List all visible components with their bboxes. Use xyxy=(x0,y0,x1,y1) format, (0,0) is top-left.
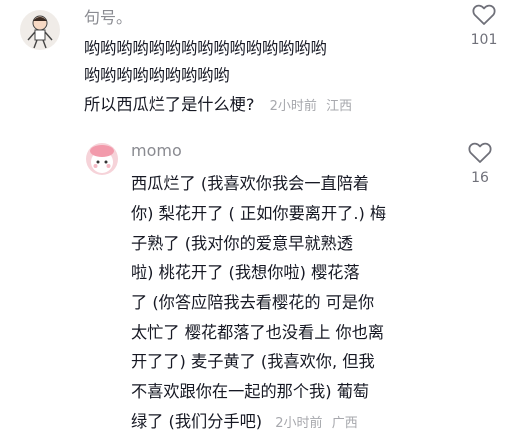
comment-like-button[interactable]: 101 xyxy=(466,4,502,48)
reply-username[interactable]: momo xyxy=(131,141,182,160)
reply-text-line: 太忙了 樱花都落了也没看上 你也离 xyxy=(131,323,385,342)
reply-text-line: 子熟了 (我对你的爱意早就熟透 xyxy=(131,234,353,253)
reply-text-line: 了 (你答应陪我去看樱花的 可是你 xyxy=(131,293,375,312)
comment-location: 江西 xyxy=(326,99,353,114)
reply-text-last: 绿了 (我们分手吧) xyxy=(131,412,263,431)
heart-outline-icon[interactable] xyxy=(472,4,496,26)
comment-text-line: 哟哟哟哟哟哟哟哟哟 xyxy=(84,66,230,85)
comment-text-last: 所以西瓜烂了是什么梗? xyxy=(84,95,255,114)
avatar[interactable] xyxy=(20,10,60,50)
reply-text-line: 啦) 桃花开了 (我想你啦) 樱花落 xyxy=(131,263,360,282)
reply-text-line: 你) 梨花开了 ( 正如你要离开了.) 梅 xyxy=(131,204,387,223)
comment-time: 2小时前 xyxy=(269,99,317,114)
comment-like-count: 101 xyxy=(470,32,498,48)
reply-time: 2小时前 xyxy=(275,416,323,431)
reply-like-count: 16 xyxy=(471,170,489,186)
reply-avatar[interactable] xyxy=(86,143,118,175)
reply-location: 广西 xyxy=(331,416,358,431)
reply-text-line: 西瓜烂了 (我喜欢你我会一直陪着 xyxy=(131,174,370,193)
reply-text-line: 不喜欢跟你在一起的那个我) 葡萄 xyxy=(131,382,370,401)
reply-text-line: 开了了) 麦子黄了 (我喜欢你, 但我 xyxy=(131,352,375,371)
reply-like-button[interactable]: 16 xyxy=(462,142,498,186)
comment-text-line: 哟哟哟哟哟哟哟哟哟哟哟哟哟哟哟 xyxy=(84,39,327,58)
comment-text-line: 所以西瓜烂了是什么梗? 2小时前 江西 xyxy=(84,92,352,120)
comment-username[interactable]: 句号。 xyxy=(84,4,132,28)
reply-text-line: 绿了 (我们分手吧) 2小时前 广西 xyxy=(131,409,358,437)
heart-outline-icon[interactable] xyxy=(468,142,492,164)
